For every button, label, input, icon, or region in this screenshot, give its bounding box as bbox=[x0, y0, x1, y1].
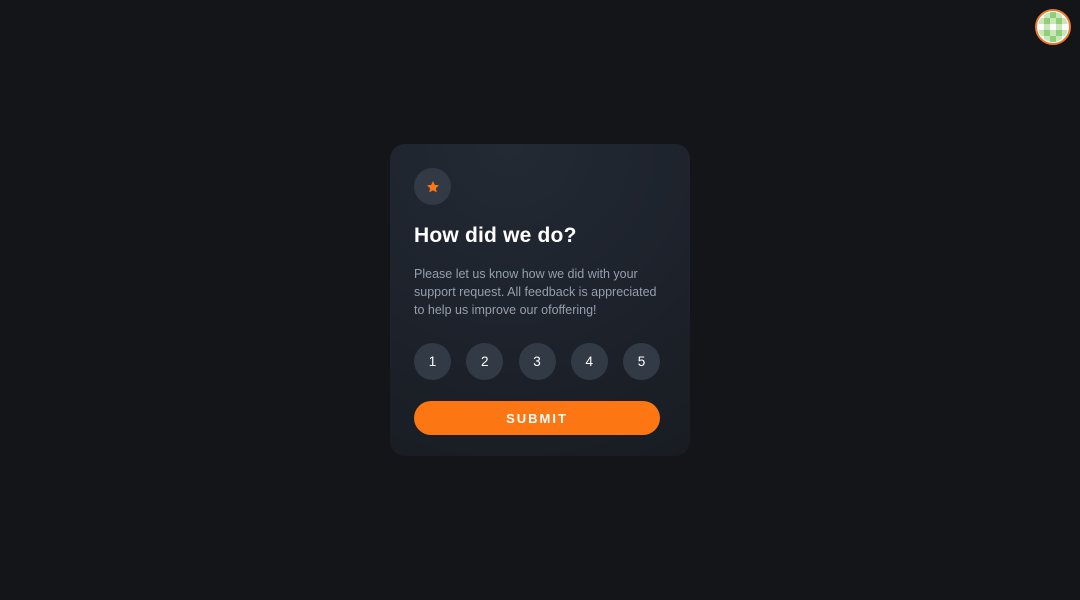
rating-button-2[interactable]: 2 bbox=[466, 343, 504, 380]
rating-button-1[interactable]: 1 bbox=[414, 343, 451, 380]
submit-button[interactable]: SUBMIT bbox=[414, 401, 660, 435]
card-title: How did we do? bbox=[414, 224, 577, 247]
star-icon bbox=[426, 180, 439, 192]
rating-card: How did we do? Please let us know how we… bbox=[390, 144, 690, 456]
user-avatar[interactable] bbox=[1035, 9, 1071, 45]
page: How did we do? Please let us know how we… bbox=[0, 0, 1080, 600]
rating-button-4[interactable]: 4 bbox=[570, 343, 608, 380]
rating-button-5[interactable]: 5 bbox=[623, 343, 660, 380]
rating-button-3[interactable]: 3 bbox=[518, 343, 556, 380]
rating-options: 1 2 3 4 5 bbox=[414, 343, 660, 380]
checkered-avatar-icon bbox=[1038, 12, 1068, 42]
card-description: Please let us know how we did with your … bbox=[414, 267, 657, 317]
star-badge bbox=[414, 168, 451, 205]
